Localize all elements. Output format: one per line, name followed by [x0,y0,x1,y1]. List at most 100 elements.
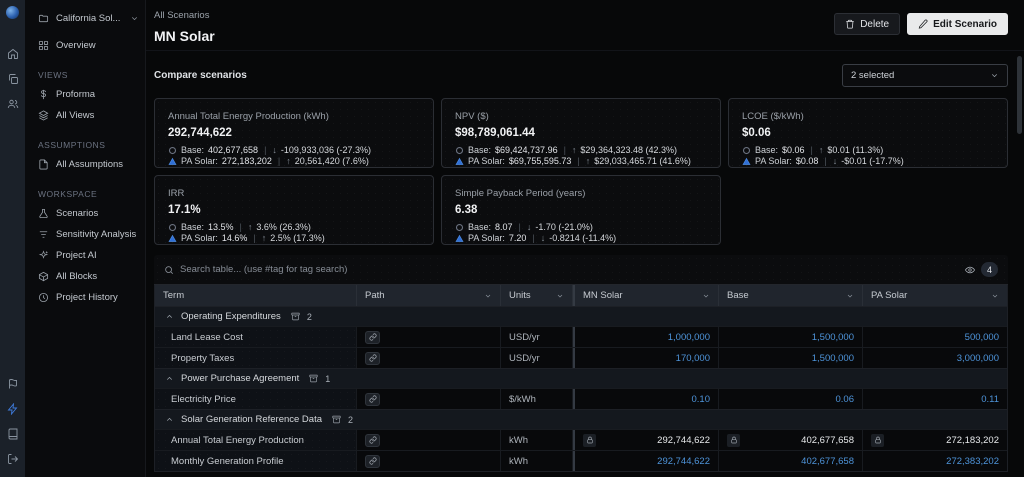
trend-arrow: ↓ [526,222,532,232]
units-cell: kWh [501,451,573,471]
metric-card-irr: IRR 17.1% Base: 13.5% ↑ 3.6% (26.3%) PA … [154,175,434,245]
card-value: 17.1% [168,204,201,216]
pa-solar-value[interactable]: 3,000,000 [863,348,1007,368]
column-header-path[interactable]: Path [357,285,501,306]
base-value[interactable]: 0.06 [719,389,863,409]
link-icon[interactable] [365,392,380,406]
sidebar-item-sensitivity-analysis[interactable]: Sensitivity Analysis [25,224,145,245]
term-cell: Land Lease Cost [155,327,357,347]
sidebar-item-project-ai[interactable]: Project AI [25,245,145,266]
column-header-pa-solar[interactable]: PA Solar [863,285,1007,306]
lock-icon [583,433,596,447]
mn-solar-value[interactable]: 292,744,622 [573,451,719,471]
group-row-solar-generation-reference-data[interactable]: Solar Generation Reference Data 2 [155,409,1007,429]
units-cell: kWh [501,430,573,450]
base-value[interactable]: 1,500,000 [719,327,863,347]
trend-arrow: ↑ [247,222,253,232]
lock-icon [727,433,740,447]
flag-icon[interactable] [6,377,19,390]
pa-triangle-icon [455,157,464,166]
trend-arrow: ↓ [832,156,838,166]
archive-icon [309,374,318,383]
pa-solar-value[interactable]: 272,383,202 [863,451,1007,471]
select-value: 2 selected [851,70,895,81]
group-row-operating-expenditures[interactable]: Operating Expenditures 2 [155,306,1007,326]
card-value: $0.06 [742,127,771,139]
table-row: Property Taxes USD/yr 170,000 1,500,000 … [155,347,1007,368]
sparkles-icon [38,250,49,261]
eye-icon[interactable] [965,265,975,275]
sidebar-item-proforma[interactable]: Proforma [25,84,145,105]
pencil-icon [918,19,928,29]
delete-button[interactable]: Delete [834,13,901,35]
trend-arrow: ↓ [272,145,277,155]
projects-icon[interactable] [6,72,19,85]
sidebar-item-label: Project History [56,292,118,303]
metric-card-energy: Annual Total Energy Production (kWh) 292… [154,98,434,168]
pa-solar-value: 272,183,202 [863,430,1007,450]
pa-triangle-icon [455,234,464,243]
vertical-scrollbar[interactable] [1017,56,1022,134]
app-logo[interactable] [6,6,19,19]
flask-icon [38,208,49,219]
term-cell: Property Taxes [155,348,357,368]
sidebar-item-project-history[interactable]: Project History [25,287,145,308]
visible-columns-badge[interactable]: 4 [981,262,998,277]
base-comparison: Base: 13.5% ↑ 3.6% (26.3%) [168,222,420,233]
link-icon[interactable] [365,433,380,447]
base-value[interactable]: 402,677,658 [719,451,863,471]
base-ring-icon [742,146,751,155]
link-icon[interactable] [365,330,380,344]
sidebar-item-all-assumptions[interactable]: All Assumptions [25,154,145,175]
sidebar-item-label: All Assumptions [56,159,124,170]
link-icon[interactable] [365,351,380,365]
scenario-comparison-table: Term Path Units MN Solar Base PA Solar O… [154,285,1008,472]
pa-solar-comparison: PA Solar: 7.20 ↓ -0.8214 (-11.4%) [455,233,707,244]
zap-icon[interactable] [6,402,19,415]
chevron-down-icon [991,292,999,300]
column-header-units[interactable]: Units [501,285,573,306]
group-name: Operating Expenditures [181,311,281,322]
sidebar-item-all-blocks[interactable]: All Blocks [25,266,145,287]
base-value: 402,677,658 [719,430,863,450]
column-header-term[interactable]: Term [155,285,357,306]
base-value[interactable]: 1,500,000 [719,348,863,368]
link-icon[interactable] [365,454,380,468]
file-icon [38,159,49,170]
table-search-bar: 4 [154,255,1008,285]
edit-scenario-button[interactable]: Edit Scenario [907,13,1008,35]
mn-solar-value[interactable]: 0.10 [573,389,719,409]
group-row-power-purchase-agreement[interactable]: Power Purchase Agreement 1 [155,368,1007,388]
card-title: NPV ($) [455,111,489,122]
sidebar-section-assumptions: ASSUMPTIONS [38,140,106,150]
compare-scenarios-select[interactable]: 2 selected [842,64,1008,87]
card-value: 6.38 [455,204,478,216]
term-cell: Annual Total Energy Production [155,430,357,450]
chevron-down-icon [484,292,492,300]
trend-arrow: ↑ [585,156,591,166]
users-icon[interactable] [6,97,19,110]
column-header-mn-solar[interactable]: MN Solar [573,285,719,306]
card-title: IRR [168,188,185,199]
sidebar-item-all-views[interactable]: All Views [25,105,145,126]
group-count: 1 [325,373,331,384]
logout-icon[interactable] [6,452,19,465]
base-ring-icon [168,223,177,232]
page-header: All Scenarios MN Solar Delete Edit Scena… [146,0,1024,51]
sidebar-item-label: Project AI [56,250,97,261]
sidebar-section-workspace: WORKSPACE [38,189,98,199]
project-switcher[interactable]: California Sol... [25,8,145,29]
icon-rail [0,0,25,477]
search-input[interactable] [180,264,959,275]
home-icon[interactable] [6,47,19,60]
metric-cards: Annual Total Energy Production (kWh) 292… [154,98,1008,245]
column-header-base[interactable]: Base [719,285,863,306]
sidebar-item-overview[interactable]: Overview [25,35,145,56]
pa-solar-value[interactable]: 500,000 [863,327,1007,347]
pa-solar-value[interactable]: 0.11 [863,389,1007,409]
sidebar-item-scenarios[interactable]: Scenarios [25,203,145,224]
table-row: Electricity Price $/kWh 0.10 0.06 0.11 [155,388,1007,409]
mn-solar-value[interactable]: 170,000 [573,348,719,368]
mn-solar-value[interactable]: 1,000,000 [573,327,719,347]
docs-icon[interactable] [6,427,19,440]
